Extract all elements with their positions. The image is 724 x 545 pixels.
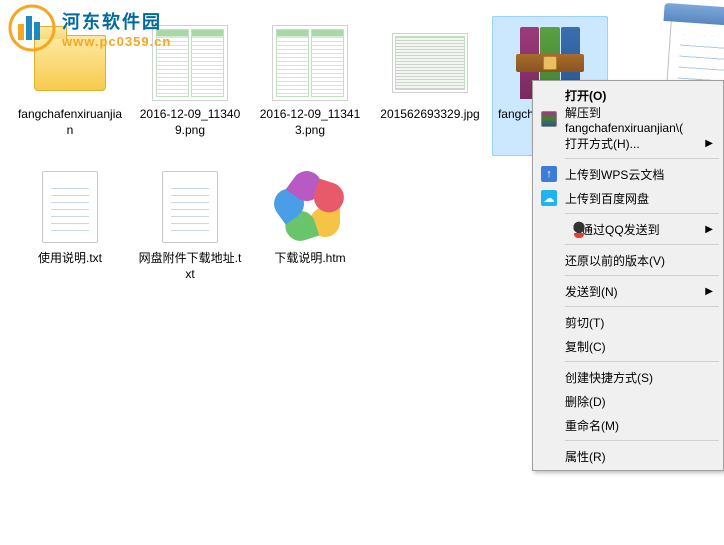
- rar-icon: [541, 111, 557, 127]
- spreadsheet-thumb-icon: [388, 21, 472, 105]
- file-label: 下载说明.htm: [274, 251, 345, 267]
- menu-rename[interactable]: 重命名(M): [535, 413, 721, 437]
- menu-cut[interactable]: 剪切(T): [535, 310, 721, 334]
- submenu-arrow-icon: ▶: [705, 224, 713, 235]
- menu-label: 通过QQ发送到: [581, 221, 660, 238]
- text-file-icon: [148, 165, 232, 249]
- menu-open-with[interactable]: 打开方式(H)... ▶: [535, 131, 721, 155]
- file-label: fangchafenxiruanjian: [17, 107, 123, 138]
- menu-label: 上传到WPS云文档: [565, 166, 664, 183]
- menu-separator: [565, 213, 719, 214]
- menu-create-shortcut[interactable]: 创建快捷方式(S): [535, 365, 721, 389]
- menu-label: 剪切(T): [565, 314, 604, 331]
- htm-file-item[interactable]: 下载说明.htm: [252, 160, 368, 300]
- menu-label: 打开方式(H)...: [565, 135, 640, 152]
- menu-delete[interactable]: 删除(D): [535, 389, 721, 413]
- qq-penguin-icon: [571, 221, 587, 237]
- menu-separator: [565, 158, 719, 159]
- menu-label: 属性(R): [565, 448, 606, 465]
- watermark-logo-icon: [8, 4, 56, 52]
- menu-label: 删除(D): [565, 393, 606, 410]
- menu-separator: [565, 275, 719, 276]
- menu-separator: [565, 306, 719, 307]
- txt-file-item[interactable]: 使用说明.txt: [12, 160, 128, 300]
- menu-label: 解压到 fangchafenxiruanjian\(: [565, 104, 713, 135]
- menu-send-to[interactable]: 发送到(N) ▶: [535, 279, 721, 303]
- menu-upload-wps[interactable]: ↑ 上传到WPS云文档: [535, 162, 721, 186]
- menu-properties[interactable]: 属性(R): [535, 444, 721, 468]
- pinwheel-browser-icon: [268, 165, 352, 249]
- png-file-item[interactable]: 2016-12-09_113413.png: [252, 16, 368, 156]
- submenu-arrow-icon: ▶: [705, 138, 713, 149]
- watermark-url: www.pc0359.cn: [62, 34, 171, 49]
- file-label: 2016-12-09_113409.png: [137, 107, 243, 138]
- menu-label: 上传到百度网盘: [565, 190, 649, 207]
- text-file-icon: [28, 165, 112, 249]
- menu-upload-baidu[interactable]: ☁ 上传到百度网盘: [535, 186, 721, 210]
- menu-separator: [565, 361, 719, 362]
- watermark: 河东软件园 www.pc0359.cn: [8, 4, 171, 52]
- jpg-file-item[interactable]: 201562693329.jpg: [372, 16, 488, 156]
- menu-send-qq[interactable]: 通过QQ发送到 ▶: [535, 217, 721, 241]
- watermark-title: 河东软件园: [62, 8, 171, 34]
- menu-previous-versions[interactable]: 还原以前的版本(V): [535, 248, 721, 272]
- file-label: 201562693329.jpg: [380, 107, 479, 123]
- menu-label: 复制(C): [565, 338, 606, 355]
- submenu-arrow-icon: ▶: [705, 286, 713, 297]
- menu-separator: [565, 244, 719, 245]
- baidu-cloud-icon: ☁: [541, 190, 557, 206]
- menu-label: 重命名(M): [565, 417, 619, 434]
- menu-label: 打开(O): [565, 87, 606, 104]
- menu-label: 创建快捷方式(S): [565, 369, 653, 386]
- file-label: 2016-12-09_113413.png: [257, 107, 363, 138]
- spreadsheet-thumb-icon: [268, 21, 352, 105]
- txt-file-item[interactable]: 网盘附件下载地址.txt: [132, 160, 248, 300]
- file-label: 使用说明.txt: [38, 251, 102, 267]
- menu-copy[interactable]: 复制(C): [535, 334, 721, 358]
- menu-separator: [565, 440, 719, 441]
- context-menu: 打开(O) 解压到 fangchafenxiruanjian\( 打开方式(H)…: [532, 80, 724, 471]
- wps-cloud-icon: ↑: [541, 166, 557, 182]
- file-label: 网盘附件下载地址.txt: [137, 251, 243, 282]
- menu-extract-to[interactable]: 解压到 fangchafenxiruanjian\(: [535, 107, 721, 131]
- menu-label: 还原以前的版本(V): [565, 252, 665, 269]
- menu-label: 发送到(N): [565, 283, 618, 300]
